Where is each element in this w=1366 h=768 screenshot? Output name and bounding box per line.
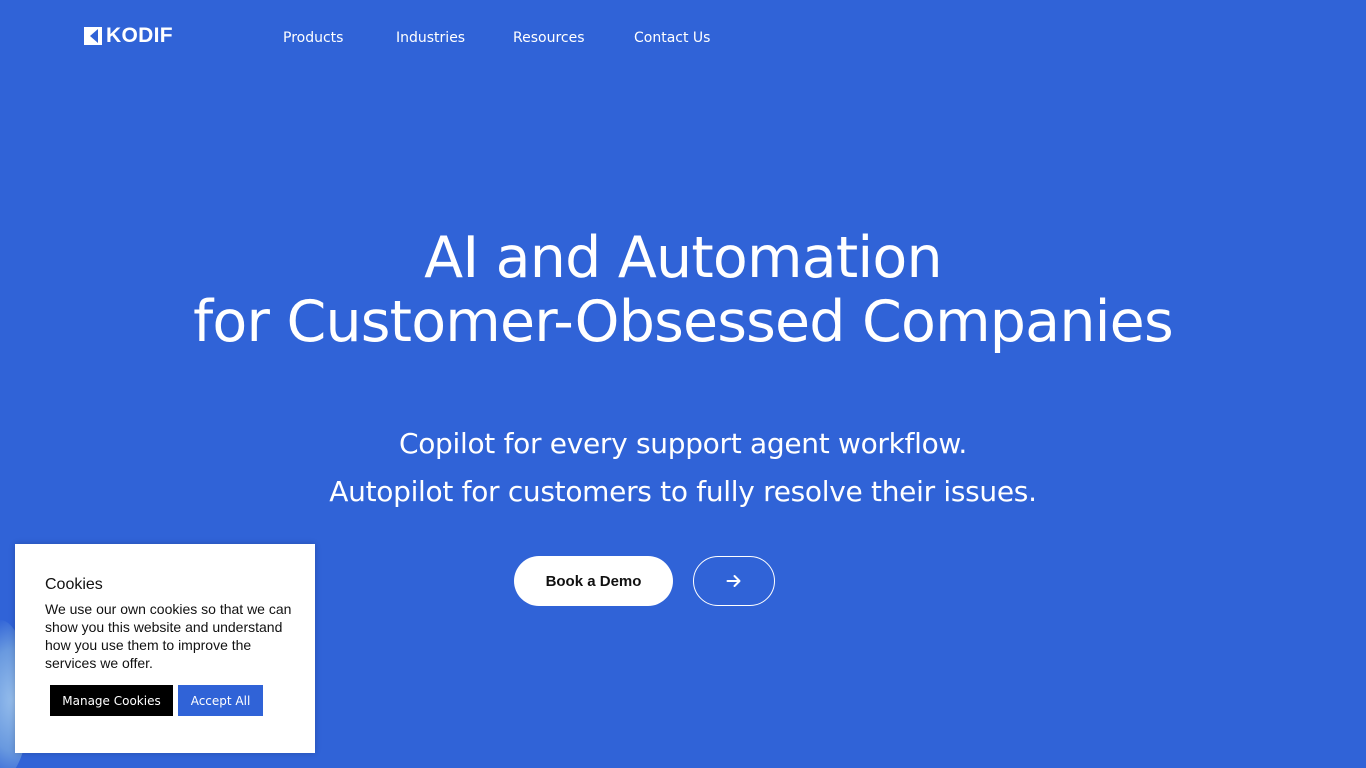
kodif-k-logo-icon: [84, 27, 102, 45]
logo-text: KODIF: [106, 24, 173, 47]
hero-subtitle-line-2: Autopilot for customers to fully resolve…: [329, 475, 1037, 508]
hero-title: AI and Automation for Customer-Obsessed …: [0, 226, 1366, 354]
logo[interactable]: KODIF: [84, 25, 173, 47]
accept-all-button[interactable]: Accept All: [178, 685, 263, 716]
nav-item-products[interactable]: Products: [283, 29, 343, 47]
hero-title-line-2: for Customer-Obsessed Companies: [193, 289, 1173, 355]
cookie-banner-text: We use our own cookies so that we can sh…: [45, 601, 292, 671]
arrow-right-icon: [726, 575, 741, 587]
cookie-banner: Cookies We use our own cookies so that w…: [15, 544, 315, 753]
nav-item-industries[interactable]: Industries: [396, 29, 465, 47]
nav-item-resources[interactable]: Resources: [513, 29, 585, 47]
hero-title-line-1: AI and Automation: [424, 225, 942, 291]
arrow-button[interactable]: [693, 556, 775, 606]
book-demo-button[interactable]: Book a Demo: [514, 556, 673, 606]
nav-item-contact-us[interactable]: Contact Us: [634, 29, 710, 47]
manage-cookies-button[interactable]: Manage Cookies: [50, 685, 173, 716]
hero-subtitle: Copilot for every support agent workflow…: [0, 420, 1366, 516]
cookie-banner-title: Cookies: [45, 576, 103, 593]
hero-subtitle-line-1: Copilot for every support agent workflow…: [398, 427, 968, 460]
